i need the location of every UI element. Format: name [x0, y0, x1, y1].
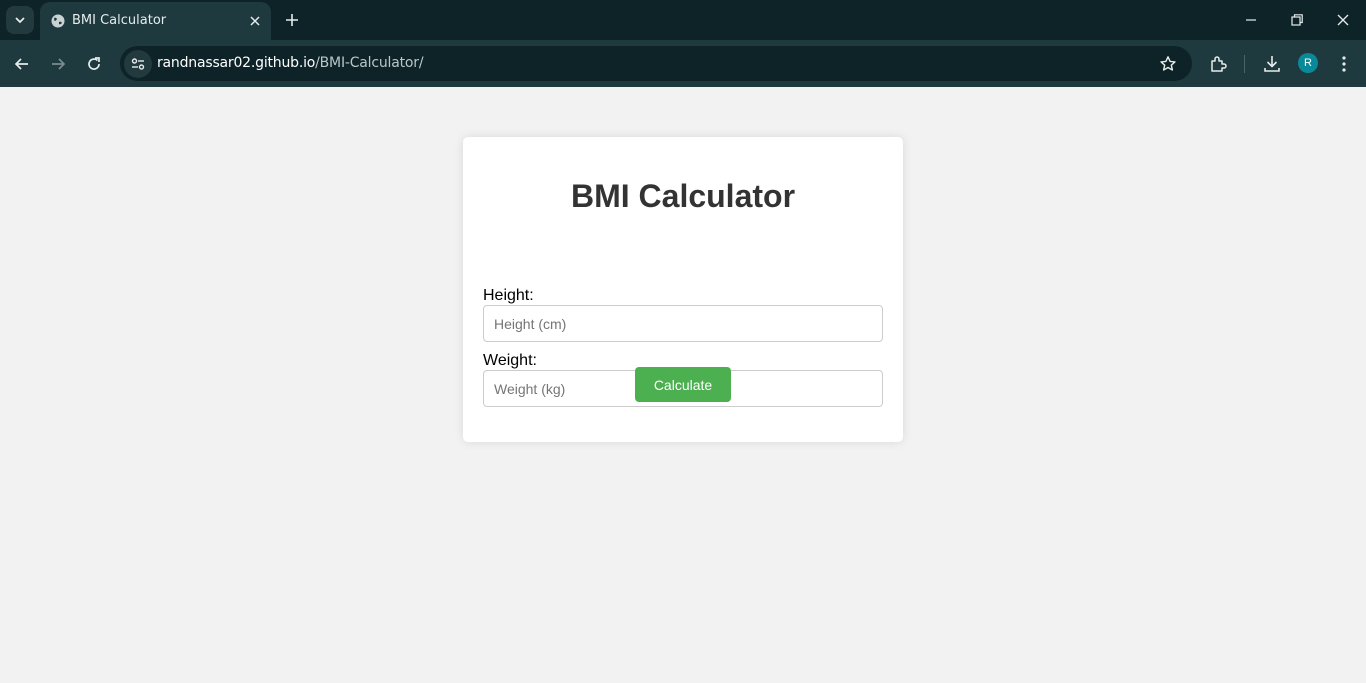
height-input[interactable] — [483, 305, 883, 342]
forward-icon — [52, 58, 66, 70]
download-icon[interactable] — [1261, 53, 1283, 75]
restore-icon[interactable] — [1287, 10, 1307, 30]
close-icon[interactable] — [247, 13, 263, 29]
site-info-button[interactable] — [124, 50, 152, 78]
height-label: Height: — [483, 287, 534, 304]
page-title: BMI Calculator — [570, 178, 796, 214]
back-icon — [14, 58, 28, 70]
url-host: randnassar02.github.io — [157, 55, 316, 71]
forward-button[interactable] — [46, 52, 70, 76]
plus-icon[interactable] — [282, 10, 302, 30]
browser-toolbar: randnassar02.github.io/BMI-Calculator/ R — [0, 40, 1366, 87]
close-window-icon[interactable] — [1333, 10, 1353, 30]
url-path: /BMI-Calculator/ — [315, 55, 424, 71]
tab-search-button[interactable] — [6, 6, 34, 34]
profile-avatar[interactable]: R — [1298, 53, 1318, 73]
active-tab[interactable]: BMI Calculator — [40, 2, 271, 40]
calculate-button[interactable]: Calculate — [635, 367, 731, 402]
reload-icon — [88, 57, 100, 70]
bmi-calculator-card: BMI Calculator Height: Weight: Calculate — [463, 137, 903, 442]
weight-label: Weight: — [483, 352, 537, 369]
reload-button[interactable] — [82, 52, 106, 76]
globe-icon — [51, 14, 65, 28]
extensions-icon[interactable] — [1207, 53, 1229, 75]
url-text[interactable]: randnassar02.github.io/BMI-Calculator/ — [157, 55, 424, 72]
tab-strip: BMI Calculator — [0, 0, 1366, 40]
more-icon[interactable] — [1333, 53, 1355, 75]
page-viewport: BMI Calculator Height: Weight: Calculate — [0, 87, 1366, 683]
toolbar-divider — [1244, 55, 1245, 73]
star-icon[interactable] — [1158, 54, 1178, 74]
tab-search-icon — [15, 17, 25, 24]
tab-title: BMI Calculator — [72, 13, 167, 28]
site-info-icon — [131, 58, 145, 70]
back-button[interactable] — [10, 52, 34, 76]
address-bar[interactable]: randnassar02.github.io/BMI-Calculator/ — [120, 46, 1192, 81]
minimize-icon[interactable] — [1241, 10, 1261, 30]
